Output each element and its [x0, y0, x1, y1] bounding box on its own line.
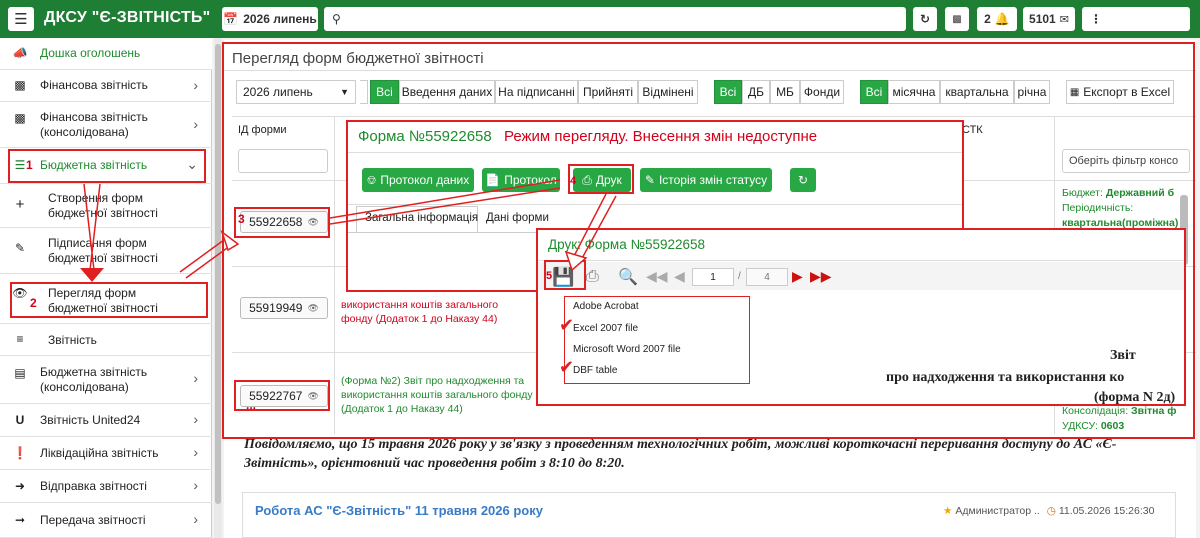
arrow-3-to-4	[329, 179, 561, 225]
arrow-1-to-2	[83, 183, 101, 271]
arrow-4-to-5	[571, 193, 617, 263]
annotation-arrows	[80, 179, 617, 282]
